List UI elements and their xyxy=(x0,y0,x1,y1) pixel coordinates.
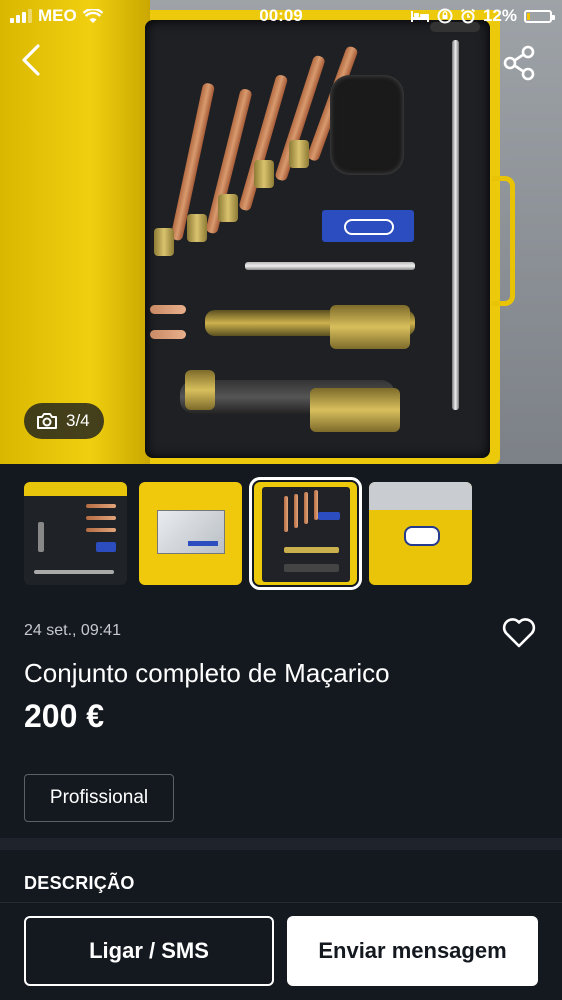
section-divider xyxy=(0,838,562,850)
alarm-icon xyxy=(460,8,476,24)
listing-date: 24 set., 09:41 xyxy=(24,622,121,639)
torch-valve xyxy=(330,305,410,349)
favorite-button[interactable] xyxy=(500,614,538,652)
thumbnail-1[interactable] xyxy=(24,482,127,585)
torch-head xyxy=(185,370,215,410)
back-button[interactable] xyxy=(14,40,50,80)
bed-icon xyxy=(410,11,429,22)
share-icon xyxy=(503,45,535,81)
call-sms-button[interactable]: Ligar / SMS xyxy=(24,916,274,986)
lock-rotation-icon xyxy=(437,8,453,24)
thumbnail-3[interactable] xyxy=(249,477,362,590)
description-heading: DESCRIÇÃO xyxy=(24,873,135,893)
harris-blue-box xyxy=(322,210,414,242)
tip-nut xyxy=(254,160,274,188)
steel-rod xyxy=(452,40,459,410)
torch-valve xyxy=(310,388,400,432)
case-handle xyxy=(492,176,515,306)
battery-fill xyxy=(527,12,530,20)
status-bar: MEO 00:09 12% xyxy=(0,0,562,34)
heart-icon xyxy=(502,618,536,648)
thumbnail-4[interactable] xyxy=(369,482,472,585)
camera-icon xyxy=(37,413,57,429)
tip-nut xyxy=(187,214,207,242)
battery-icon xyxy=(524,9,555,23)
copper-nozzle xyxy=(150,330,186,339)
thumbnail-strip xyxy=(24,477,472,590)
cutting-attachment xyxy=(330,75,404,175)
tip-nut xyxy=(218,194,238,222)
send-message-button[interactable]: Enviar mensagem xyxy=(287,916,538,986)
listing-price: 200 € xyxy=(24,698,105,734)
share-button[interactable] xyxy=(500,44,540,82)
metal-bar xyxy=(245,262,415,270)
back-arrow-icon xyxy=(22,44,40,76)
photo-counter[interactable]: 3/4 xyxy=(24,403,104,439)
photo-counter-text: 3/4 xyxy=(66,411,90,430)
listing-title: Conjunto completo de Maçarico xyxy=(24,658,390,688)
seller-type-tag: Profissional xyxy=(24,774,174,822)
tip-nut xyxy=(154,228,174,256)
copper-nozzle xyxy=(150,305,186,314)
listing-photo[interactable] xyxy=(0,0,562,464)
tip-nut xyxy=(289,140,309,168)
battery-percent: 12% xyxy=(482,6,517,25)
thumbnail-2[interactable] xyxy=(139,482,242,585)
